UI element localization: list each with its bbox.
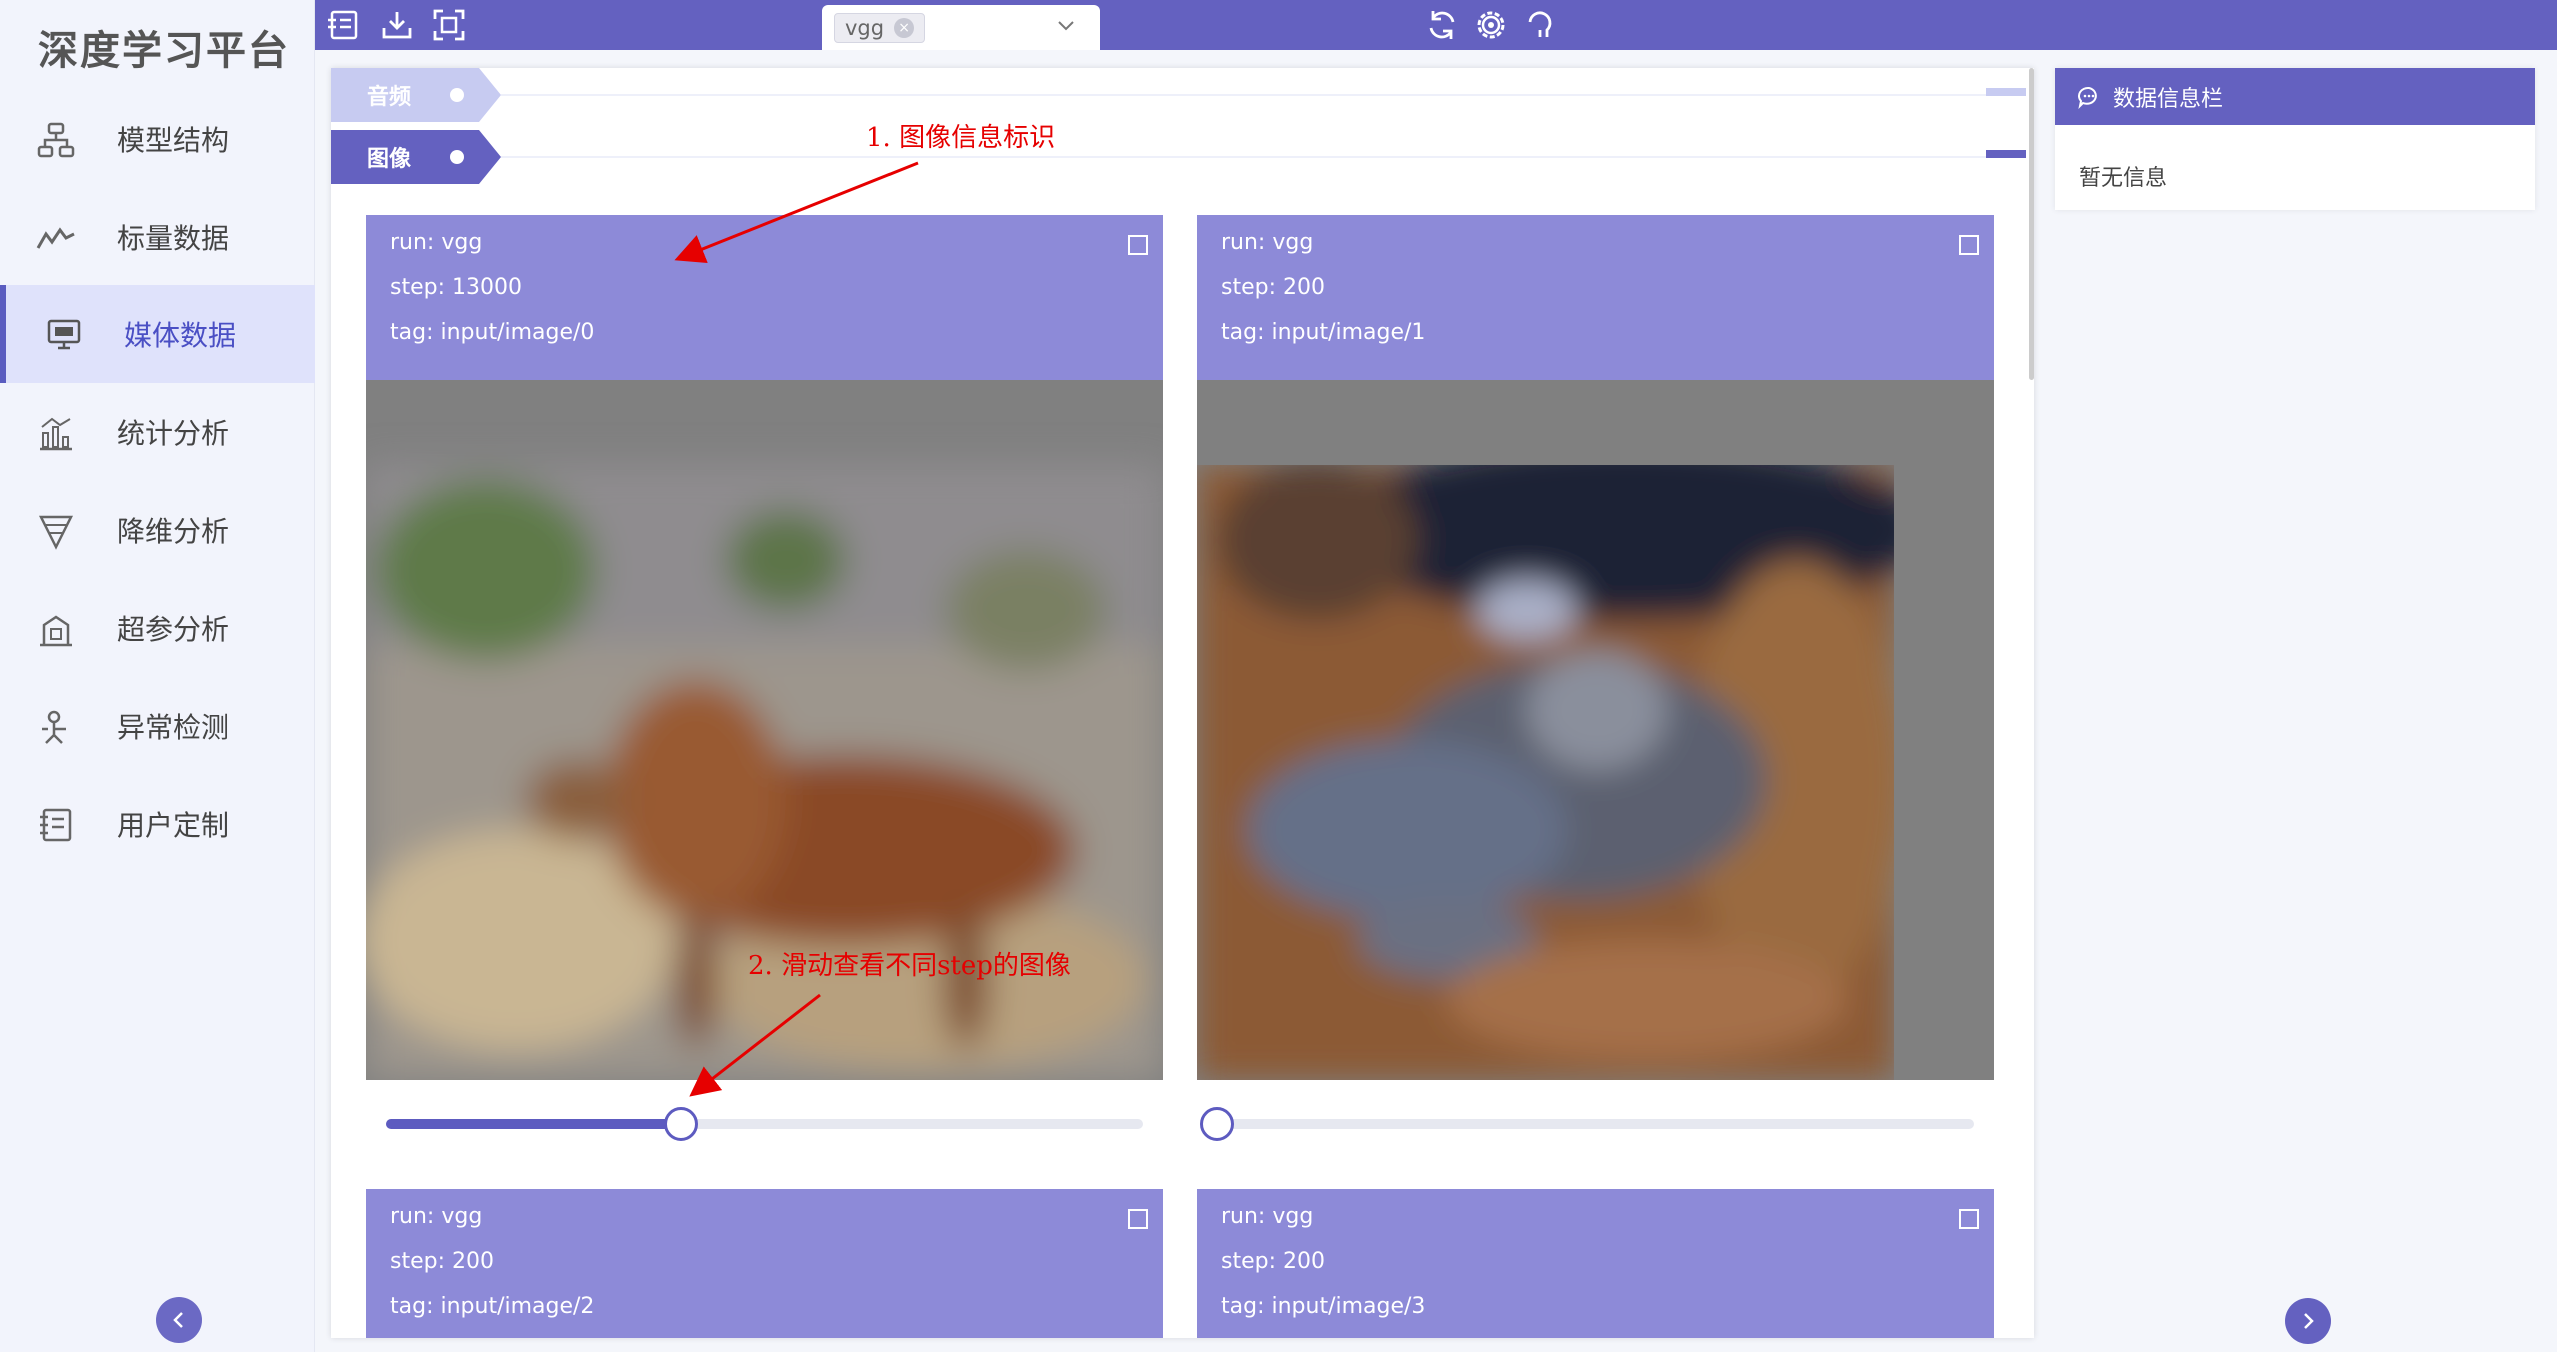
run-tag-chip: vgg × <box>834 12 926 43</box>
info-panel-title: 数据信息栏 <box>2113 86 2224 112</box>
category-tab-label: 音频 <box>367 85 412 110</box>
image-card-header: run: vgg step: 200 tag: input/image/1 <box>1197 215 1994 380</box>
card-step-label: step: 200 <box>1221 1249 1325 1274</box>
sidebar-item-dimension-reduction[interactable]: 降维分析 <box>0 481 315 579</box>
cat-image <box>1197 380 1994 1080</box>
top-bar: vgg × <box>315 0 2557 50</box>
statistics-icon <box>40 417 72 451</box>
card-select-checkbox[interactable] <box>1128 1209 1148 1229</box>
category-indicator-audio <box>1986 88 2026 96</box>
anomaly-icon <box>42 710 66 744</box>
run-tag-label: vgg <box>845 15 885 40</box>
card-run-label: run: vgg <box>1221 1204 1314 1229</box>
sidebar-item-label: 统计分析 <box>117 417 230 450</box>
image-card: run: vgg step: 13000 tag: input/image/0 <box>366 215 1163 1155</box>
image-card: run: vgg step: 200 tag: input/image/2 <box>366 1189 1163 1338</box>
annotation-label-1: 1. 图像信息标识 <box>866 123 1056 153</box>
main-panel: 音频 图像 run: vgg step: 13000 tag: input/im… <box>331 68 2034 1338</box>
category-tab-label: 图像 <box>367 147 412 172</box>
close-icon[interactable]: × <box>894 17 915 38</box>
chat-bubble-icon <box>2078 86 2097 109</box>
category-tab-dot <box>450 150 464 164</box>
info-panel-header: 数据信息栏 <box>2055 68 2535 125</box>
refresh-icon[interactable] <box>1425 8 1459 42</box>
sidebar-collapse-button[interactable] <box>156 1297 202 1343</box>
card-select-checkbox[interactable] <box>1128 235 1148 255</box>
card-step-label: step: 200 <box>390 1249 494 1274</box>
hyperparam-icon <box>40 615 72 647</box>
image-card-header: run: vgg step: 200 tag: input/image/2 <box>366 1189 1163 1338</box>
card-tag-label: tag: input/image/2 <box>390 1294 595 1319</box>
sidebar-item-custom[interactable]: 用户定制 <box>0 775 315 873</box>
chevron-left-icon <box>173 1312 183 1328</box>
dimension-reduction-icon <box>38 515 74 550</box>
chevron-right-icon <box>2304 1313 2314 1329</box>
category-tab-image[interactable]: 图像 <box>331 130 501 184</box>
card-run-label: run: vgg <box>390 1204 483 1229</box>
import-icon[interactable] <box>327 8 361 42</box>
step-slider[interactable] <box>1200 1107 1974 1141</box>
sidebar-item-label: 用户定制 <box>117 809 230 842</box>
category-divider <box>501 94 2021 96</box>
card-step-label: step: 200 <box>1221 275 1325 300</box>
step-slider-handle[interactable] <box>664 1107 699 1141</box>
card-run-label: run: vgg <box>390 230 483 255</box>
category-tab-shape <box>331 68 501 122</box>
sidebar-item-label: 媒体数据 <box>124 319 237 352</box>
card-tag-label: tag: input/image/3 <box>1221 1294 1426 1319</box>
image-card: run: vgg step: 200 tag: input/image/3 <box>1197 1189 1994 1338</box>
card-select-checkbox[interactable] <box>1959 235 1979 255</box>
media-monitor-icon <box>47 319 81 350</box>
annotation-label-2: 2. 滑动查看不同step的图像 <box>748 951 1071 981</box>
run-selector[interactable]: vgg × <box>822 5 1100 50</box>
sidebar-item-label: 异常检测 <box>117 711 230 744</box>
settings-icon[interactable] <box>1474 8 1508 42</box>
scalar-line-icon <box>36 227 75 249</box>
main-scrollbar[interactable] <box>2029 68 2034 380</box>
category-divider <box>501 156 2021 158</box>
step-slider-handle[interactable] <box>1200 1107 1234 1141</box>
image-card-header: run: vgg step: 200 tag: input/image/3 <box>1197 1189 1994 1338</box>
card-tag-label: tag: input/image/1 <box>1221 320 1426 345</box>
card-run-label: run: vgg <box>1221 230 1314 255</box>
step-slider-fill <box>386 1119 682 1129</box>
app-title: 深度学习平台 <box>38 28 290 74</box>
sidebar-item-label: 超参分析 <box>117 613 230 646</box>
category-tab-shape <box>331 130 501 184</box>
card-select-checkbox[interactable] <box>1959 1209 1979 1229</box>
sidebar-item-anomaly[interactable]: 异常检测 <box>0 677 315 775</box>
sidebar-item-label: 降维分析 <box>117 515 230 548</box>
image-card-picture <box>1197 380 1994 1080</box>
custom-icon <box>40 808 72 842</box>
help-icon[interactable] <box>1523 8 1557 42</box>
step-slider[interactable] <box>386 1107 1143 1141</box>
sidebar-item-model-structure[interactable]: 模型结构 <box>0 90 315 188</box>
sidebar-item-label: 模型结构 <box>117 124 230 157</box>
category-indicator-image <box>1986 150 2026 158</box>
image-card: run: vgg step: 200 tag: input/image/1 <box>1197 215 1994 1155</box>
image-card-header: run: vgg step: 13000 tag: input/image/0 <box>366 215 1163 380</box>
sidebar-item-media-data[interactable]: 媒体数据 <box>0 285 315 383</box>
card-tag-label: tag: input/image/0 <box>390 320 595 345</box>
sidebar-item-statistics[interactable]: 统计分析 <box>0 383 315 481</box>
category-tab-audio[interactable]: 音频 <box>331 68 501 122</box>
fullscreen-icon[interactable] <box>432 8 466 42</box>
data-info-panel: 数据信息栏 暂无信息 <box>2055 68 2535 210</box>
info-panel-toggle-button[interactable] <box>2285 1298 2331 1344</box>
sidebar-item-hyperparam[interactable]: 超参分析 <box>0 579 315 677</box>
sidebar-item-label: 标量数据 <box>117 222 230 255</box>
sidebar-item-scalar-data[interactable]: 标量数据 <box>0 188 315 286</box>
card-step-label: step: 13000 <box>390 275 522 300</box>
sidebar: 深度学习平台 模型结构 标量数据 媒体数据 统计分析 降维分析 超参分析 异常检… <box>0 0 315 1352</box>
model-structure-icon <box>37 122 75 158</box>
chevron-down-icon[interactable] <box>1056 15 1076 35</box>
download-icon[interactable] <box>380 8 414 42</box>
info-panel-empty-text: 暂无信息 <box>2079 166 2168 191</box>
category-tab-dot <box>450 88 464 102</box>
